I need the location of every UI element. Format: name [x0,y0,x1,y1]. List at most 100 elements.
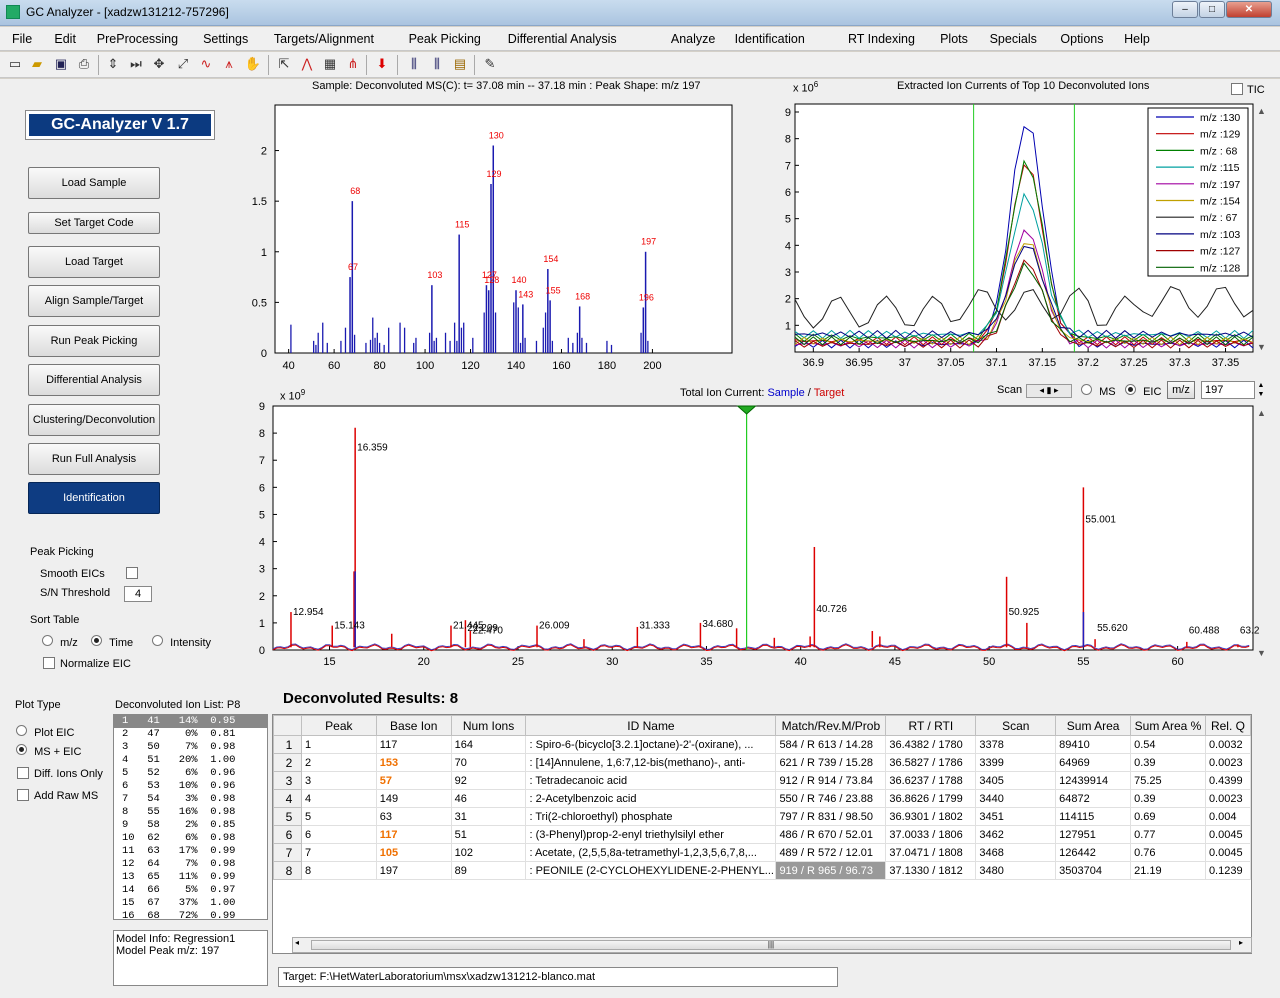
ion-list-row[interactable]: 14 66 5% 0.97 [114,884,267,897]
close-button[interactable]: ✕ [1226,1,1272,18]
column-header[interactable]: Scan [975,715,1057,736]
menu-analyze[interactable]: Analyze [671,32,715,46]
table-row[interactable]: 3 3 57 92: Tetradecanoic acid 912 / R 914 / … [273,771,1251,790]
ion-list-row[interactable]: 7 54 3% 0.98 [114,793,267,806]
report-icon[interactable]: ▤ [451,55,469,73]
column-header[interactable]: Match/Rev.M/Prob [775,715,887,736]
arrow-down-icon[interactable]: ⬇ [373,55,391,73]
up-down-icon[interactable]: ⇕ [104,55,122,73]
ion-list-row[interactable]: 8 55 16% 0.98 [114,806,267,819]
differential-analysis-button[interactable]: Differential Analysis [28,364,160,396]
set-target-code-button[interactable]: Set Target Code [28,212,160,234]
ion-list-row[interactable]: 10 62 6% 0.98 [114,832,267,845]
column-header[interactable]: Num Ions [450,715,527,736]
ion-list-row[interactable]: 15 67 37% 1.00 [114,897,267,910]
menu-differential-analysis[interactable]: Differential Analysis [508,32,617,46]
open-icon[interactable]: ▰ [28,55,46,73]
table-row[interactable]: 6 6 117 51: (3-Phenyl)prop-2-enyl triethyls… [273,825,1251,844]
column-header[interactable]: Base Ion [375,715,452,736]
load-target-button[interactable]: Load Target [28,246,160,278]
ms-eic-radio[interactable]: MS + EIC [16,744,81,758]
column-header[interactable]: Sum Area [1055,715,1132,736]
mz-value-input[interactable]: 197 [1201,381,1255,399]
menu-file[interactable]: File [12,32,32,46]
normalize-eic-checkbox[interactable] [43,657,55,669]
move-icon[interactable]: ✥ [150,55,168,73]
column-header[interactable]: RT / RTI [885,715,977,736]
step-icon[interactable]: ⏭ [127,55,145,73]
menu-identification[interactable]: Identification [735,32,805,46]
zoom-fit-icon[interactable]: ⤢ [174,55,192,73]
ion-list-row[interactable]: 3 50 7% 0.98 [114,741,267,754]
ion-list-row[interactable]: 2 47 0% 0.81 [114,728,267,741]
menu-options[interactable]: Options [1060,32,1103,46]
ion-list-row[interactable]: 12 64 7% 0.98 [114,858,267,871]
ion-list-row[interactable]: 9 58 2% 0.85 [114,819,267,832]
scroll-thumb[interactable]: ||| [311,940,1231,950]
identification-button[interactable]: Identification [28,482,160,514]
grid-icon[interactable]: ▦ [321,55,339,73]
ion-list-row[interactable]: 11 63 17% 0.99 [114,845,267,858]
menu-targets-alignment[interactable]: Targets/Alignment [274,32,374,46]
ion-list-row[interactable]: 6 53 10% 0.96 [114,780,267,793]
table-row[interactable]: 1 1 117 164: Spiro-6-(bicyclo[3.2.1]octane)… [273,735,1251,754]
align-button[interactable]: Align Sample/Target [28,285,160,317]
smooth-eics-checkbox[interactable] [126,567,138,579]
tic-plot[interactable]: 012345678915 20 25 30 35 40 45 50 55 6012.95415.1… [250,398,1270,686]
add-raw-ms-checkbox[interactable] [17,789,29,801]
ion-list-row[interactable]: 4 51 20% 1.00 [114,754,267,767]
menu-rt-indexing[interactable]: RT Indexing [848,32,915,46]
save-icon[interactable]: ▣ [52,55,70,73]
ion-list-row[interactable]: 5 52 6% 0.96 [114,767,267,780]
mz-spinner[interactable]: ▲ ▼ [1256,381,1266,399]
menu-plots[interactable]: Plots [940,32,968,46]
sort-intensity-radio[interactable]: Intensity [152,635,211,649]
edit-icon[interactable]: ✎ [481,55,499,73]
menu-peak-picking[interactable]: Peak Picking [409,32,481,46]
ion-list-row[interactable]: 1 41 14% 0.95 [114,715,267,728]
column-header[interactable]: Sum Area % [1130,715,1206,736]
eic-plot[interactable]: 1 2 3 4 5 6 7 8 9 36.9 36.95 37 37.05 37.1 37.15 37.2 37… [770,96,1270,376]
eic-radio[interactable]: EIC [1125,384,1161,398]
new-icon[interactable]: ▭ [6,55,24,73]
peak-icon[interactable]: ⋀ [298,55,316,73]
ion-list-row[interactable]: 16 68 72% 0.99 [114,910,267,919]
ms-spectrum-plot[interactable]: 0 0.5 1 1.5 2 40 60 80 100 120 140 160 180 200 130 129 6… [240,95,740,380]
spectrum-icon[interactable]: ⩚ [220,55,238,73]
ms-radio[interactable]: MS [1081,384,1116,398]
table-row[interactable]: 7 7 105 102: Acetate, (2,5,5,8a-tetramethyl… [273,843,1251,862]
scan-slider[interactable]: ◂ ▮ ▸ [1026,384,1072,398]
print-icon[interactable]: ⎙ [75,55,93,73]
load-sample-button[interactable]: Load Sample [28,167,160,199]
menu-preprocessing[interactable]: PreProcessing [97,32,178,46]
minimize-button[interactable]: – [1172,1,1198,18]
sn-threshold-input[interactable]: 4 [124,586,152,602]
ion-list-row[interactable]: 13 65 11% 0.99 [114,871,267,884]
clustering-button[interactable]: Clustering/Deconvolution [28,404,160,436]
table-row[interactable]: 5 5 63 31: Tri(2-chloroethyl) phosphate 797 … [273,807,1251,826]
sort-mz-radio[interactable]: m/z [42,635,78,649]
peak-mark-icon[interactable]: ⋔ [344,55,362,73]
chromatogram-icon[interactable]: ∿ [197,55,215,73]
table-row[interactable]: 8 8 197 89: PEONILE (2-CYCLOHEXYLIDENE-2-PH… [273,861,1251,880]
bars-icon[interactable]: ⫼ [405,55,423,73]
menu-edit[interactable]: Edit [54,32,76,46]
mz-button[interactable]: m/z [1167,381,1195,399]
results-table[interactable]: Peak Base Ion Num Ions ID Name Match/Rev.M/P… [272,714,1252,954]
column-header[interactable]: Rel. Q [1204,715,1251,736]
column-header[interactable]: Peak [300,715,377,736]
pointer-icon[interactable]: ⇱ [275,55,293,73]
maximize-button[interactable]: □ [1199,1,1225,18]
table-row[interactable]: 2 2 153 70: [14]Annulene, 1,6:7,12-bis(meth… [273,753,1251,772]
ion-list[interactable]: 1 41 14% 0.95 2 47 0% 0.81 3 50 7% 0.98 4 5… [113,714,268,920]
bars2-icon[interactable]: ⫼ [428,55,446,73]
sort-time-radio[interactable]: Time [91,635,133,649]
run-peak-picking-button[interactable]: Run Peak Picking [28,325,160,357]
pan-icon[interactable]: ✋ [244,55,262,73]
menu-help[interactable]: Help [1124,32,1150,46]
plot-eic-radio[interactable]: Plot EIC [16,725,74,739]
run-full-analysis-button[interactable]: Run Full Analysis [28,443,160,475]
results-hscroll[interactable]: ◂ ||| ▸ [292,937,1252,953]
diff-ions-checkbox[interactable] [17,767,29,779]
column-header[interactable]: ID Name [525,715,777,736]
